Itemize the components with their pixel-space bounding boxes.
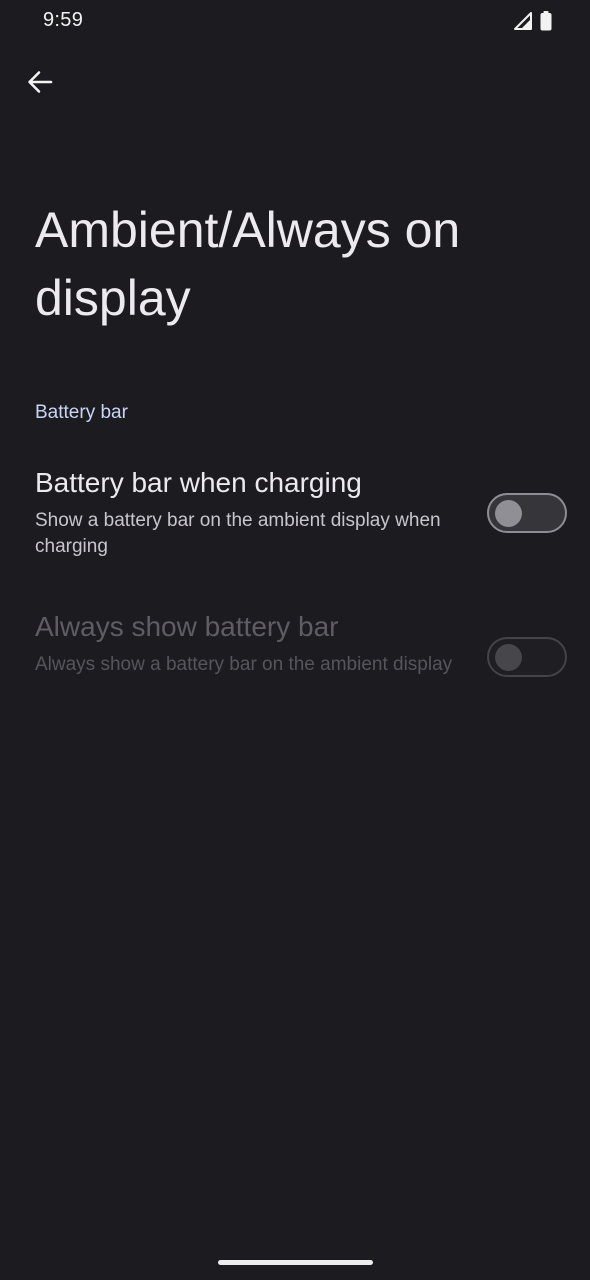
status-icons <box>514 11 552 36</box>
gesture-navigation-handle[interactable] <box>218 1260 373 1265</box>
page-title: Ambient/Always on display <box>35 202 461 326</box>
always-show-battery-bar-switch <box>487 637 567 677</box>
arrow-back-icon <box>27 69 53 100</box>
status-time: 9:59 <box>43 9 84 31</box>
preference-title: Battery bar when charging <box>35 467 362 498</box>
status-bar: 9:59 <box>0 0 590 44</box>
battery-bar-charging-switch[interactable] <box>487 493 567 533</box>
preference-summary: Show a battery bar on the ambient displa… <box>35 510 441 557</box>
preference-title: Always show battery bar <box>35 611 339 642</box>
battery-icon <box>540 11 552 36</box>
switch-thumb <box>495 499 522 527</box>
preference-battery-bar-when-charging[interactable]: Battery bar when charging Show a battery… <box>0 450 590 585</box>
section-header: Battery bar <box>35 402 128 423</box>
cellular-signal-icon <box>514 12 532 35</box>
preference-always-show-battery-bar: Always show battery bar Always show a ba… <box>0 594 590 729</box>
settings-screen: 9:59 Ambient/Always on display Battery b… <box>0 0 590 1280</box>
switch-thumb <box>495 643 522 671</box>
back-button[interactable] <box>20 64 60 104</box>
preference-summary: Always show a battery bar on the ambient… <box>35 654 453 675</box>
